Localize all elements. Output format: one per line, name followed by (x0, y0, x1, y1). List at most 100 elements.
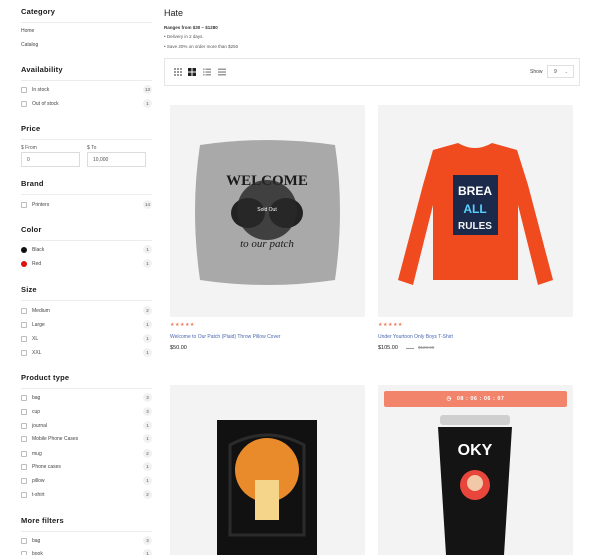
product-image-tshirt[interactable]: BREA ALL RULES (378, 105, 573, 317)
filter-size-xxl[interactable]: XXL 1 (21, 348, 152, 357)
product-type-title: Product type (21, 373, 70, 382)
filter-more-bag[interactable]: bag 3 (21, 536, 152, 545)
filter-label: XL (32, 335, 39, 342)
count-badge: 13 (143, 85, 152, 94)
checkbox[interactable] (21, 321, 27, 328)
filter-size-medium[interactable]: Medium 2 (21, 306, 152, 315)
list-compact-icon[interactable] (218, 68, 226, 76)
checkbox[interactable] (21, 394, 27, 401)
filter-type-phone-cases[interactable]: Phone cases 1 (21, 462, 152, 471)
checkbox[interactable] (21, 477, 27, 484)
filter-more-book[interactable]: book 1 (21, 549, 152, 555)
checkbox[interactable] (21, 201, 27, 208)
checkbox[interactable] (21, 349, 27, 356)
filter-label: Medium (32, 307, 50, 314)
checkbox[interactable] (21, 463, 27, 470)
show-count-select[interactable]: 9 ⌄ (547, 65, 574, 78)
filter-printers[interactable]: Printers 14 (21, 200, 152, 209)
product-name-link[interactable]: Under Yourtoon Only Boys T-Shirt (378, 334, 453, 340)
grid-3-icon[interactable] (174, 68, 182, 76)
filter-color-red[interactable]: Red 1 (21, 259, 152, 268)
checkbox[interactable] (21, 335, 27, 342)
filter-label: bag (32, 537, 41, 544)
divider (21, 139, 152, 140)
product-image-pillow[interactable]: WELCOME to our patch Sold Out (170, 105, 365, 317)
filter-size-large[interactable]: Large 1 (21, 320, 152, 329)
count-badge: 2 (143, 449, 152, 458)
show-count-value: 9 (554, 68, 557, 75)
filter-label: Mobile Phone Cases (32, 435, 79, 442)
color-section: Color Black 1 Red 1 (21, 225, 152, 268)
filter-label: Phone cases (32, 463, 61, 470)
product-name-link[interactable]: Welcome to Our Patch (Plaid) Throw Pillo… (170, 334, 280, 340)
checkbox[interactable] (21, 550, 27, 555)
category-link-catalog[interactable]: Catalog (21, 42, 38, 48)
filter-label: In stock (32, 86, 50, 93)
count-badge: 1 (143, 99, 152, 108)
brand-title: Brand (21, 179, 44, 188)
filter-label: book (32, 550, 43, 555)
filter-type-mug[interactable]: mug 2 (21, 449, 152, 458)
checkbox[interactable] (21, 450, 27, 457)
count-badge: 3 (143, 407, 152, 416)
category-link-home[interactable]: Home (21, 28, 34, 34)
price-from-input[interactable]: 0 (21, 152, 80, 167)
page-title: Hate (164, 8, 184, 18)
product-old-price: $120.00 (418, 345, 435, 350)
filter-label: Black (32, 246, 45, 253)
count-badge: 14 (143, 200, 152, 209)
filter-label: Printers (32, 201, 50, 208)
filter-size-xl[interactable]: XL 1 (21, 334, 152, 343)
grid-2-icon[interactable] (188, 68, 196, 76)
filter-type-pillow[interactable]: pillow 1 (21, 476, 152, 485)
checkbox[interactable] (21, 86, 27, 93)
price-to-input[interactable]: 10,000 (87, 152, 146, 167)
count-badge: 1 (143, 462, 152, 471)
black-swatch[interactable] (21, 246, 27, 253)
checkbox[interactable] (21, 100, 27, 107)
price-range-subtitle: Ranges from $30 – $1280 (164, 25, 218, 30)
product-image-mug[interactable]: OKY (378, 385, 573, 555)
checkbox[interactable] (21, 307, 27, 314)
filter-label: Red (32, 260, 42, 267)
checkbox[interactable] (21, 435, 27, 442)
filter-label: cup (32, 408, 41, 415)
product-image-journal[interactable] (170, 385, 365, 555)
filter-color-black[interactable]: Black 1 (21, 245, 152, 254)
availability-title: Availability (21, 65, 63, 74)
count-badge: 1 (143, 434, 152, 443)
filter-out-of-stock[interactable]: Out of stock 1 (21, 99, 152, 108)
filter-label: journal (32, 422, 48, 429)
rating-stars: ★★★★★ (378, 322, 403, 328)
price-section: Price $ From $ To 0 10,000 (21, 124, 152, 167)
checkbox[interactable] (21, 408, 27, 415)
count-badge: 1 (143, 476, 152, 485)
price-separator (406, 348, 414, 349)
shirt-text-1: BREA (458, 184, 492, 198)
red-swatch[interactable] (21, 260, 27, 267)
filter-label: t-shirt (32, 491, 45, 498)
filter-type-t-shirt[interactable]: t-shirt 2 (21, 490, 152, 499)
filter-type-cup[interactable]: cup 3 (21, 407, 152, 416)
count-badge: 1 (143, 549, 152, 555)
info-bullet: • Delivery in 2 days. (164, 34, 204, 39)
list-icon[interactable] (203, 68, 211, 76)
count-badge: 1 (143, 245, 152, 254)
divider (21, 240, 152, 241)
info-bullet: • Save 20% on order more than $250 (164, 44, 239, 49)
count-badge: 1 (143, 320, 152, 329)
product-price: $105.00 (378, 345, 398, 351)
checkbox[interactable] (21, 491, 27, 498)
filter-type-journal[interactable]: journal 1 (21, 421, 152, 430)
chevron-down-icon: ⌄ (564, 69, 568, 74)
color-title: Color (21, 225, 42, 234)
checkbox[interactable] (21, 422, 27, 429)
mug-text: OKY (458, 442, 493, 459)
checkbox[interactable] (21, 537, 27, 544)
filter-type-bag[interactable]: bag 3 (21, 393, 152, 402)
filter-label: Out of stock (32, 100, 59, 107)
filter-label: mug (32, 450, 42, 457)
filter-in-stock[interactable]: In stock 13 (21, 85, 152, 94)
filter-type-mobile-phone-cases[interactable]: Mobile Phone Cases 1 (21, 434, 152, 443)
divider (21, 80, 152, 81)
